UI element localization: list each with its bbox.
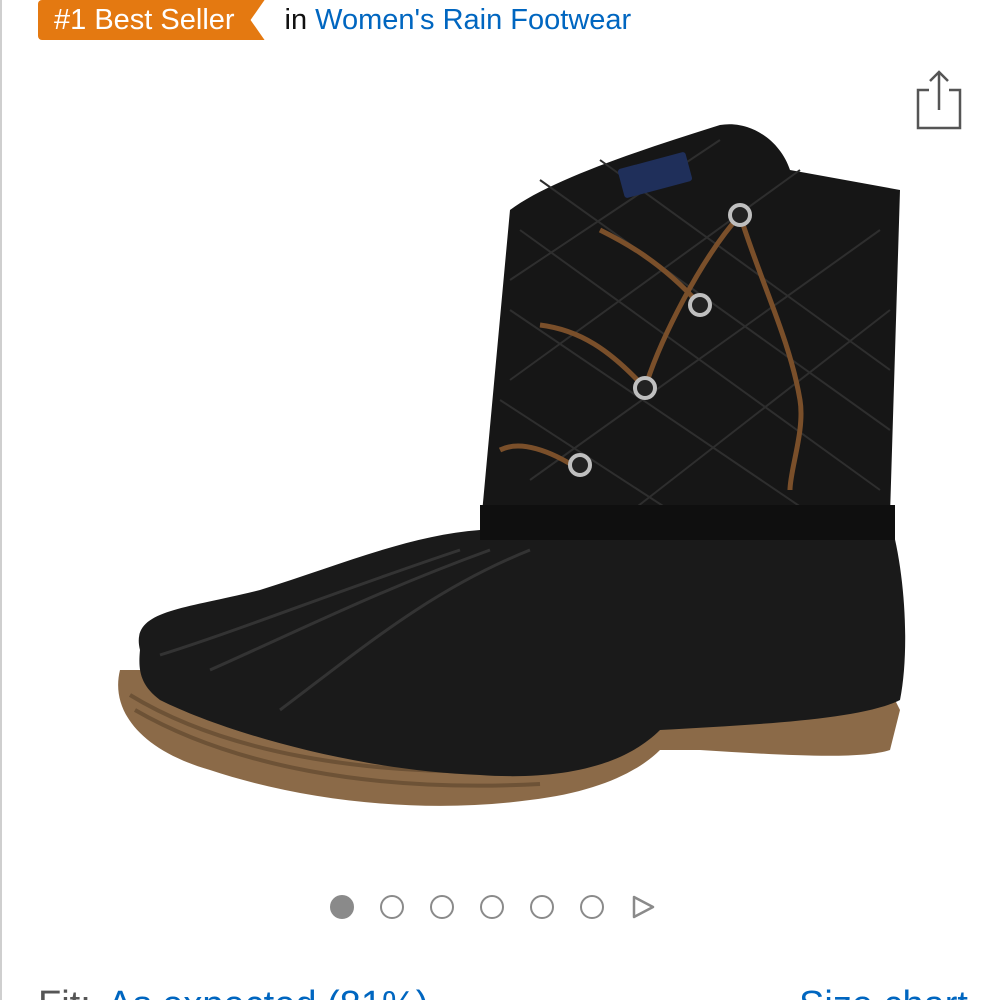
best-seller-row: #1 Best Seller in Women's Rain Footwear xyxy=(38,0,631,40)
fit-value-link[interactable]: As expected (81%) xyxy=(107,984,428,1000)
fit-label: Fit: xyxy=(38,984,91,1000)
play-outline-icon[interactable] xyxy=(630,894,656,920)
image-carousel-indicator xyxy=(330,892,656,922)
fit-row: Fit: As expected (81%) Size chart xyxy=(38,980,968,1000)
size-chart-link[interactable]: Size chart xyxy=(799,980,968,1000)
carousel-dot-4[interactable] xyxy=(480,895,504,919)
carousel-dot-5[interactable] xyxy=(530,895,554,919)
carousel-dot-6[interactable] xyxy=(580,895,604,919)
share-button[interactable] xyxy=(912,66,966,134)
share-icon xyxy=(916,70,962,130)
page-left-border xyxy=(0,0,2,1000)
category-prefix: in xyxy=(284,4,308,36)
boot-collar-band xyxy=(480,505,895,540)
category-link[interactable]: Women's Rain Footwear xyxy=(315,0,631,40)
boot-quilted-upper xyxy=(480,124,900,535)
best-seller-badge: #1 Best Seller xyxy=(38,0,265,40)
carousel-dot-2[interactable] xyxy=(380,895,404,919)
product-image[interactable] xyxy=(100,110,920,830)
carousel-dot-3[interactable] xyxy=(430,895,454,919)
carousel-dot-1[interactable] xyxy=(330,895,354,919)
